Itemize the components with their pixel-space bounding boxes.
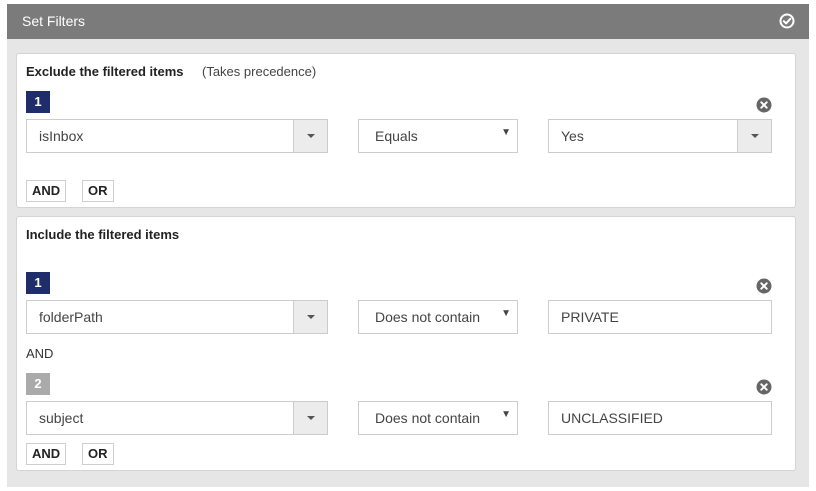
operator-select[interactable]: Does not contain ▼ xyxy=(358,401,518,435)
remove-condition-icon[interactable] xyxy=(756,278,772,294)
include-title: Include the filtered items xyxy=(26,227,180,242)
field-combobox[interactable]: subject xyxy=(26,401,328,435)
condition-number-badge: 2 xyxy=(26,373,50,395)
field-combobox[interactable]: isInbox xyxy=(26,119,328,153)
value-text: UNCLASSIFIED xyxy=(561,410,663,426)
operator-value: Does not contain xyxy=(375,309,481,325)
and-button[interactable]: AND xyxy=(26,180,67,202)
value-dropdown-button[interactable] xyxy=(737,120,771,152)
remove-condition-icon[interactable] xyxy=(756,97,772,113)
condition-joiner: AND xyxy=(26,346,54,361)
and-button[interactable]: AND xyxy=(26,443,67,465)
select-arrow-icon: ▼ xyxy=(501,127,511,138)
caret-down-icon xyxy=(307,416,315,420)
include-filter-card: Include the filtered items 1 folderPath … xyxy=(16,216,796,471)
field-value: subject xyxy=(39,410,84,426)
caret-down-icon xyxy=(751,134,759,138)
field-value: folderPath xyxy=(39,309,103,325)
exclude-precedence-note: (Takes precedence) xyxy=(202,64,317,79)
field-dropdown-button[interactable] xyxy=(293,120,327,152)
set-filters-panel: Set Filters Exclude the filtered items (… xyxy=(7,4,809,487)
field-value: isInbox xyxy=(39,128,84,144)
remove-condition-icon[interactable] xyxy=(756,379,772,395)
caret-down-icon xyxy=(307,134,315,138)
condition-number-badge: 1 xyxy=(26,91,50,113)
exclude-title: Exclude the filtered items xyxy=(26,64,184,79)
panel-title: Set Filters xyxy=(22,13,86,29)
or-button[interactable]: OR xyxy=(82,180,114,202)
field-dropdown-button[interactable] xyxy=(293,402,327,434)
value-text: PRIVATE xyxy=(561,309,619,325)
select-arrow-icon: ▼ xyxy=(501,409,511,420)
value-combobox[interactable]: Yes xyxy=(548,119,772,153)
value-input[interactable]: PRIVATE xyxy=(548,300,772,334)
panel-header: Set Filters xyxy=(7,4,809,39)
or-button[interactable]: OR xyxy=(82,443,114,465)
exclude-filter-card: Exclude the filtered items (Takes preced… xyxy=(16,53,796,208)
operator-value: Does not contain xyxy=(375,410,481,426)
condition-number-badge: 1 xyxy=(26,272,50,294)
field-combobox[interactable]: folderPath xyxy=(26,300,328,334)
operator-select[interactable]: Does not contain ▼ xyxy=(358,300,518,334)
check-circle-icon[interactable] xyxy=(779,13,795,29)
value-text: Yes xyxy=(561,128,584,144)
operator-select[interactable]: Equals ▼ xyxy=(358,119,518,153)
value-input[interactable]: UNCLASSIFIED xyxy=(548,401,772,435)
caret-down-icon xyxy=(307,315,315,319)
field-dropdown-button[interactable] xyxy=(293,301,327,333)
operator-value: Equals xyxy=(375,128,418,144)
select-arrow-icon: ▼ xyxy=(501,308,511,319)
